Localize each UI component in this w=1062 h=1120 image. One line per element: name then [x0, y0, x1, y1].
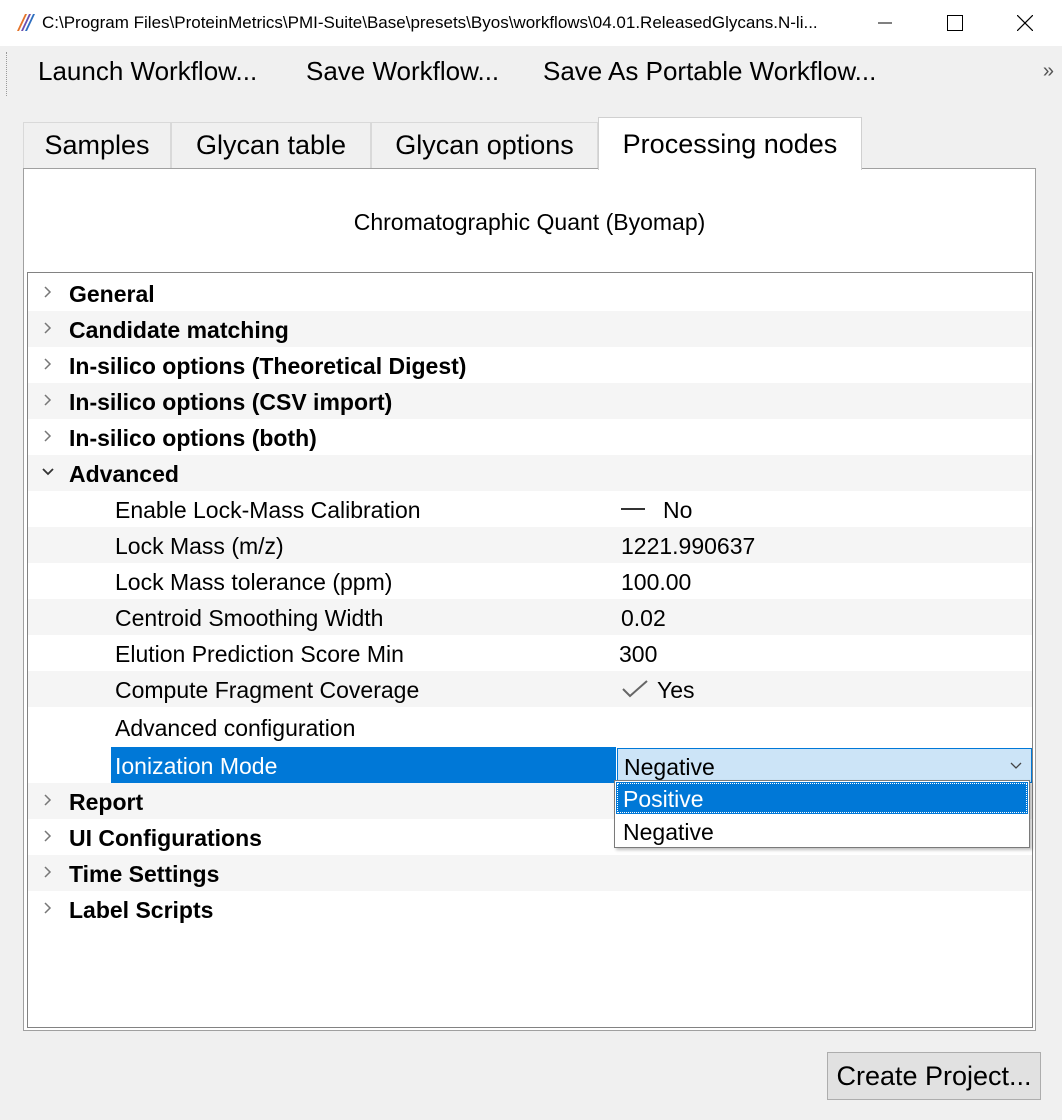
tree-group-label: In-silico options (Theoretical Digest) — [69, 353, 467, 379]
chevron-right-icon[interactable] — [40, 428, 56, 444]
chevron-down-icon[interactable] — [40, 464, 56, 480]
property-value-text: No — [663, 497, 693, 523]
maximize-button[interactable] — [920, 0, 990, 46]
tree-group-insilico-both[interactable]: In-silico options (both) — [28, 419, 1032, 455]
tab-samples[interactable]: Samples — [23, 122, 171, 168]
checkmark-icon — [622, 680, 648, 698]
dropdown-option-label: Negative — [623, 819, 714, 845]
app-logo-icon — [17, 14, 35, 31]
tab-processing-nodes[interactable]: Processing nodes — [598, 117, 862, 170]
toolbar-grip[interactable] — [6, 52, 8, 96]
node-title: Chromatographic Quant (Byomap) — [353, 209, 706, 235]
property-value[interactable]: 1221.990637 — [621, 533, 755, 560]
tree-group-label: In-silico options (both) — [69, 425, 317, 451]
property-row-ionization-mode[interactable]: Ionization Mode Negative — [28, 747, 1032, 783]
tree-group-label: Time Settings — [69, 861, 220, 887]
processing-nodes-panel: Chromatographic Quant (Byomap) General C… — [23, 168, 1036, 1031]
dash-icon — [621, 507, 645, 510]
chevron-right-icon[interactable] — [40, 900, 56, 916]
tree-group-label: UI Configurations — [69, 825, 262, 851]
property-value[interactable]: Yes — [621, 677, 695, 704]
tree-group-insilico-theoretical[interactable]: In-silico options (Theoretical Digest) — [28, 347, 1032, 383]
chevron-right-icon[interactable] — [40, 392, 56, 408]
toolbar: Launch Workflow... Save Workflow... Save… — [0, 46, 1062, 102]
tree-group-label: Candidate matching — [69, 317, 289, 343]
property-row[interactable]: Elution Prediction Score Min 300 — [28, 635, 1032, 671]
tree-group-time-settings[interactable]: Time Settings — [28, 855, 1032, 891]
title-bar: C:\Program Files\ProteinMetrics\PMI-Suit… — [0, 0, 1062, 46]
chevron-right-icon[interactable] — [40, 792, 56, 808]
chevron-right-icon[interactable] — [40, 284, 56, 300]
tree-group-label: In-silico options (CSV import) — [69, 389, 393, 415]
property-label: Compute Fragment Coverage — [115, 677, 420, 703]
window-title: C:\Program Files\ProteinMetrics\PMI-Suit… — [42, 13, 818, 32]
chevron-down-icon[interactable] — [1009, 759, 1023, 773]
save-portable-workflow-button[interactable]: Save As Portable Workflow... — [543, 56, 876, 87]
chevron-right-icon[interactable] — [40, 828, 56, 844]
property-label: Enable Lock-Mass Calibration — [115, 497, 421, 523]
tree-group-candidate-matching[interactable]: Candidate matching — [28, 311, 1032, 347]
property-label: Lock Mass (m/z) — [115, 533, 284, 559]
save-workflow-button[interactable]: Save Workflow... — [306, 56, 499, 87]
ionization-mode-combobox[interactable]: Negative — [617, 748, 1032, 783]
minimize-button[interactable] — [850, 0, 920, 46]
property-value[interactable]: 100.00 — [621, 569, 691, 596]
property-row[interactable]: Lock Mass (m/z) 1221.990637 — [28, 527, 1032, 563]
property-row[interactable]: Compute Fragment Coverage Yes — [28, 671, 1032, 707]
property-value[interactable]: 0.02 — [621, 605, 666, 632]
dropdown-option-positive[interactable]: Positive — [616, 782, 1028, 814]
dropdown-option-negative[interactable]: Negative — [616, 815, 1028, 847]
tree-group-insilico-csv[interactable]: In-silico options (CSV import) — [28, 383, 1032, 419]
property-row[interactable]: Centroid Smoothing Width 0.02 — [28, 599, 1032, 635]
chevron-right-icon[interactable] — [40, 864, 56, 880]
toolbar-overflow-icon[interactable]: » — [1043, 60, 1054, 83]
ionization-mode-dropdown-list: Positive Negative — [614, 780, 1030, 848]
property-value-text: Yes — [657, 677, 695, 703]
launch-workflow-button[interactable]: Launch Workflow... — [38, 56, 257, 87]
property-label: Elution Prediction Score Min — [115, 641, 404, 667]
property-value[interactable]: No — [621, 497, 692, 524]
property-label: Ionization Mode — [115, 753, 278, 779]
tab-glycan-options[interactable]: Glycan options — [371, 122, 598, 168]
tree-group-label: Label Scripts — [69, 897, 214, 923]
chevron-right-icon[interactable] — [40, 356, 56, 372]
minimize-icon — [878, 22, 892, 24]
close-icon — [1017, 15, 1033, 31]
create-project-button[interactable]: Create Project... — [827, 1052, 1041, 1100]
combobox-value: Negative — [624, 754, 715, 780]
property-row[interactable]: Enable Lock-Mass Calibration No — [28, 491, 1032, 527]
property-label: Lock Mass tolerance (ppm) — [115, 569, 393, 595]
chevron-right-icon[interactable] — [40, 320, 56, 336]
property-label: Advanced configuration — [115, 715, 356, 741]
tree-group-advanced[interactable]: Advanced — [28, 455, 1032, 491]
dropdown-option-label: Positive — [623, 786, 704, 812]
property-label: Centroid Smoothing Width — [115, 605, 384, 631]
property-tree: General Candidate matching In-silico opt… — [27, 272, 1033, 1028]
tree-group-label: Report — [69, 789, 144, 815]
property-row[interactable]: Advanced configuration — [28, 707, 1032, 745]
tab-glycan-table[interactable]: Glycan table — [171, 122, 371, 168]
tree-group-label: Advanced — [69, 461, 179, 487]
tree-group-label-scripts[interactable]: Label Scripts — [28, 891, 1032, 927]
maximize-icon — [947, 15, 963, 31]
tree-group-general[interactable]: General — [28, 275, 1032, 311]
property-row[interactable]: Lock Mass tolerance (ppm) 100.00 — [28, 563, 1032, 599]
property-value[interactable]: 300 — [619, 641, 657, 668]
tree-group-label: General — [69, 281, 155, 307]
close-button[interactable] — [990, 0, 1060, 46]
